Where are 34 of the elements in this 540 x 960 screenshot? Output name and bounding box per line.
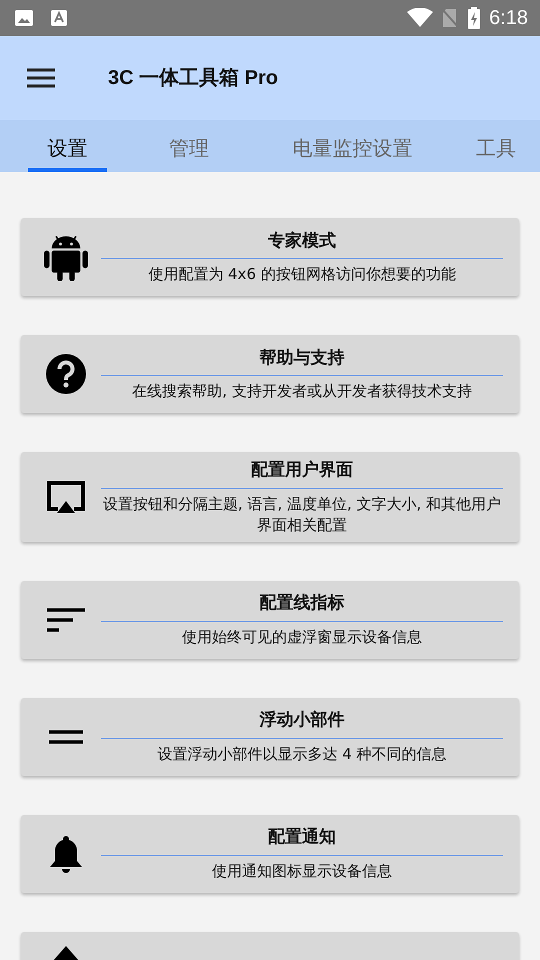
bell-icon — [49, 834, 83, 874]
card-description: 使用通知图标显示设备信息 — [211, 860, 393, 882]
app-title: 3C 一体工具箱 Pro — [108, 66, 278, 91]
card-title: 帮助与支持 — [101, 346, 503, 376]
card-title: 配置通知 — [101, 825, 503, 856]
card-description: 使用配置为 4x6 的按钮网格访问你想要的功能 — [147, 264, 457, 286]
setting-card[interactable]: 浮动小部件 设置浮动小部件以显示多达 4 种不同的信息 — [21, 698, 519, 776]
wifi-icon — [407, 8, 434, 28]
help-icon — [45, 353, 87, 395]
cast-screen-icon — [45, 478, 87, 515]
battery-charging-icon — [467, 7, 482, 29]
image-icon — [14, 9, 34, 27]
clock-time: 6:18 — [489, 6, 528, 31]
menu-icon[interactable] — [26, 67, 56, 89]
setting-card[interactable]: 配置通知 使用通知图标显示设备信息 — [21, 814, 519, 892]
tab[interactable]: 电量监控设置 — [280, 120, 424, 172]
setting-card[interactable]: 帮助与支持 在线搜索帮助, 支持开发者或从开发者获得技术支持 — [21, 335, 519, 413]
font-icon — [50, 9, 68, 27]
sort-lines-icon — [47, 606, 85, 632]
setting-card[interactable]: 专家模式 使用配置为 4x6 的按钮网格访问你想要的功能 — [21, 218, 519, 296]
tab[interactable]: 管理 — [136, 120, 241, 172]
equal-lines-icon — [49, 730, 83, 744]
card-description: 设置按钮和分隔主题, 语言, 温度单位, 文字大小, 和其他用户界面相关配置 — [102, 494, 502, 536]
setting-card[interactable]: 配置用户界面 设置按钮和分隔主题, 语言, 温度单位, 文字大小, 和其他用户界面相关配置 — [21, 452, 519, 542]
tab[interactable]: 工具 — [460, 120, 532, 172]
card-title: 浮动小部件 — [101, 708, 503, 739]
setting-card[interactable]: 配置线指标 使用始终可见的虚浮窗显示设备信息 — [21, 580, 519, 658]
card-description: 设置浮动小部件以显示多达 4 种不同的信息 — [156, 744, 448, 765]
card-description: 在线搜索帮助, 支持开发者或从开发者获得技术支持 — [131, 381, 473, 402]
card-description: 使用始终可见的虚浮窗显示设备信息 — [181, 626, 423, 648]
card-title: 专家模式 — [101, 228, 503, 260]
tab[interactable]: 设置 — [28, 120, 107, 172]
card-title: 配置线指标 — [101, 591, 503, 622]
card-title: 配置用户界面 — [101, 458, 503, 488]
